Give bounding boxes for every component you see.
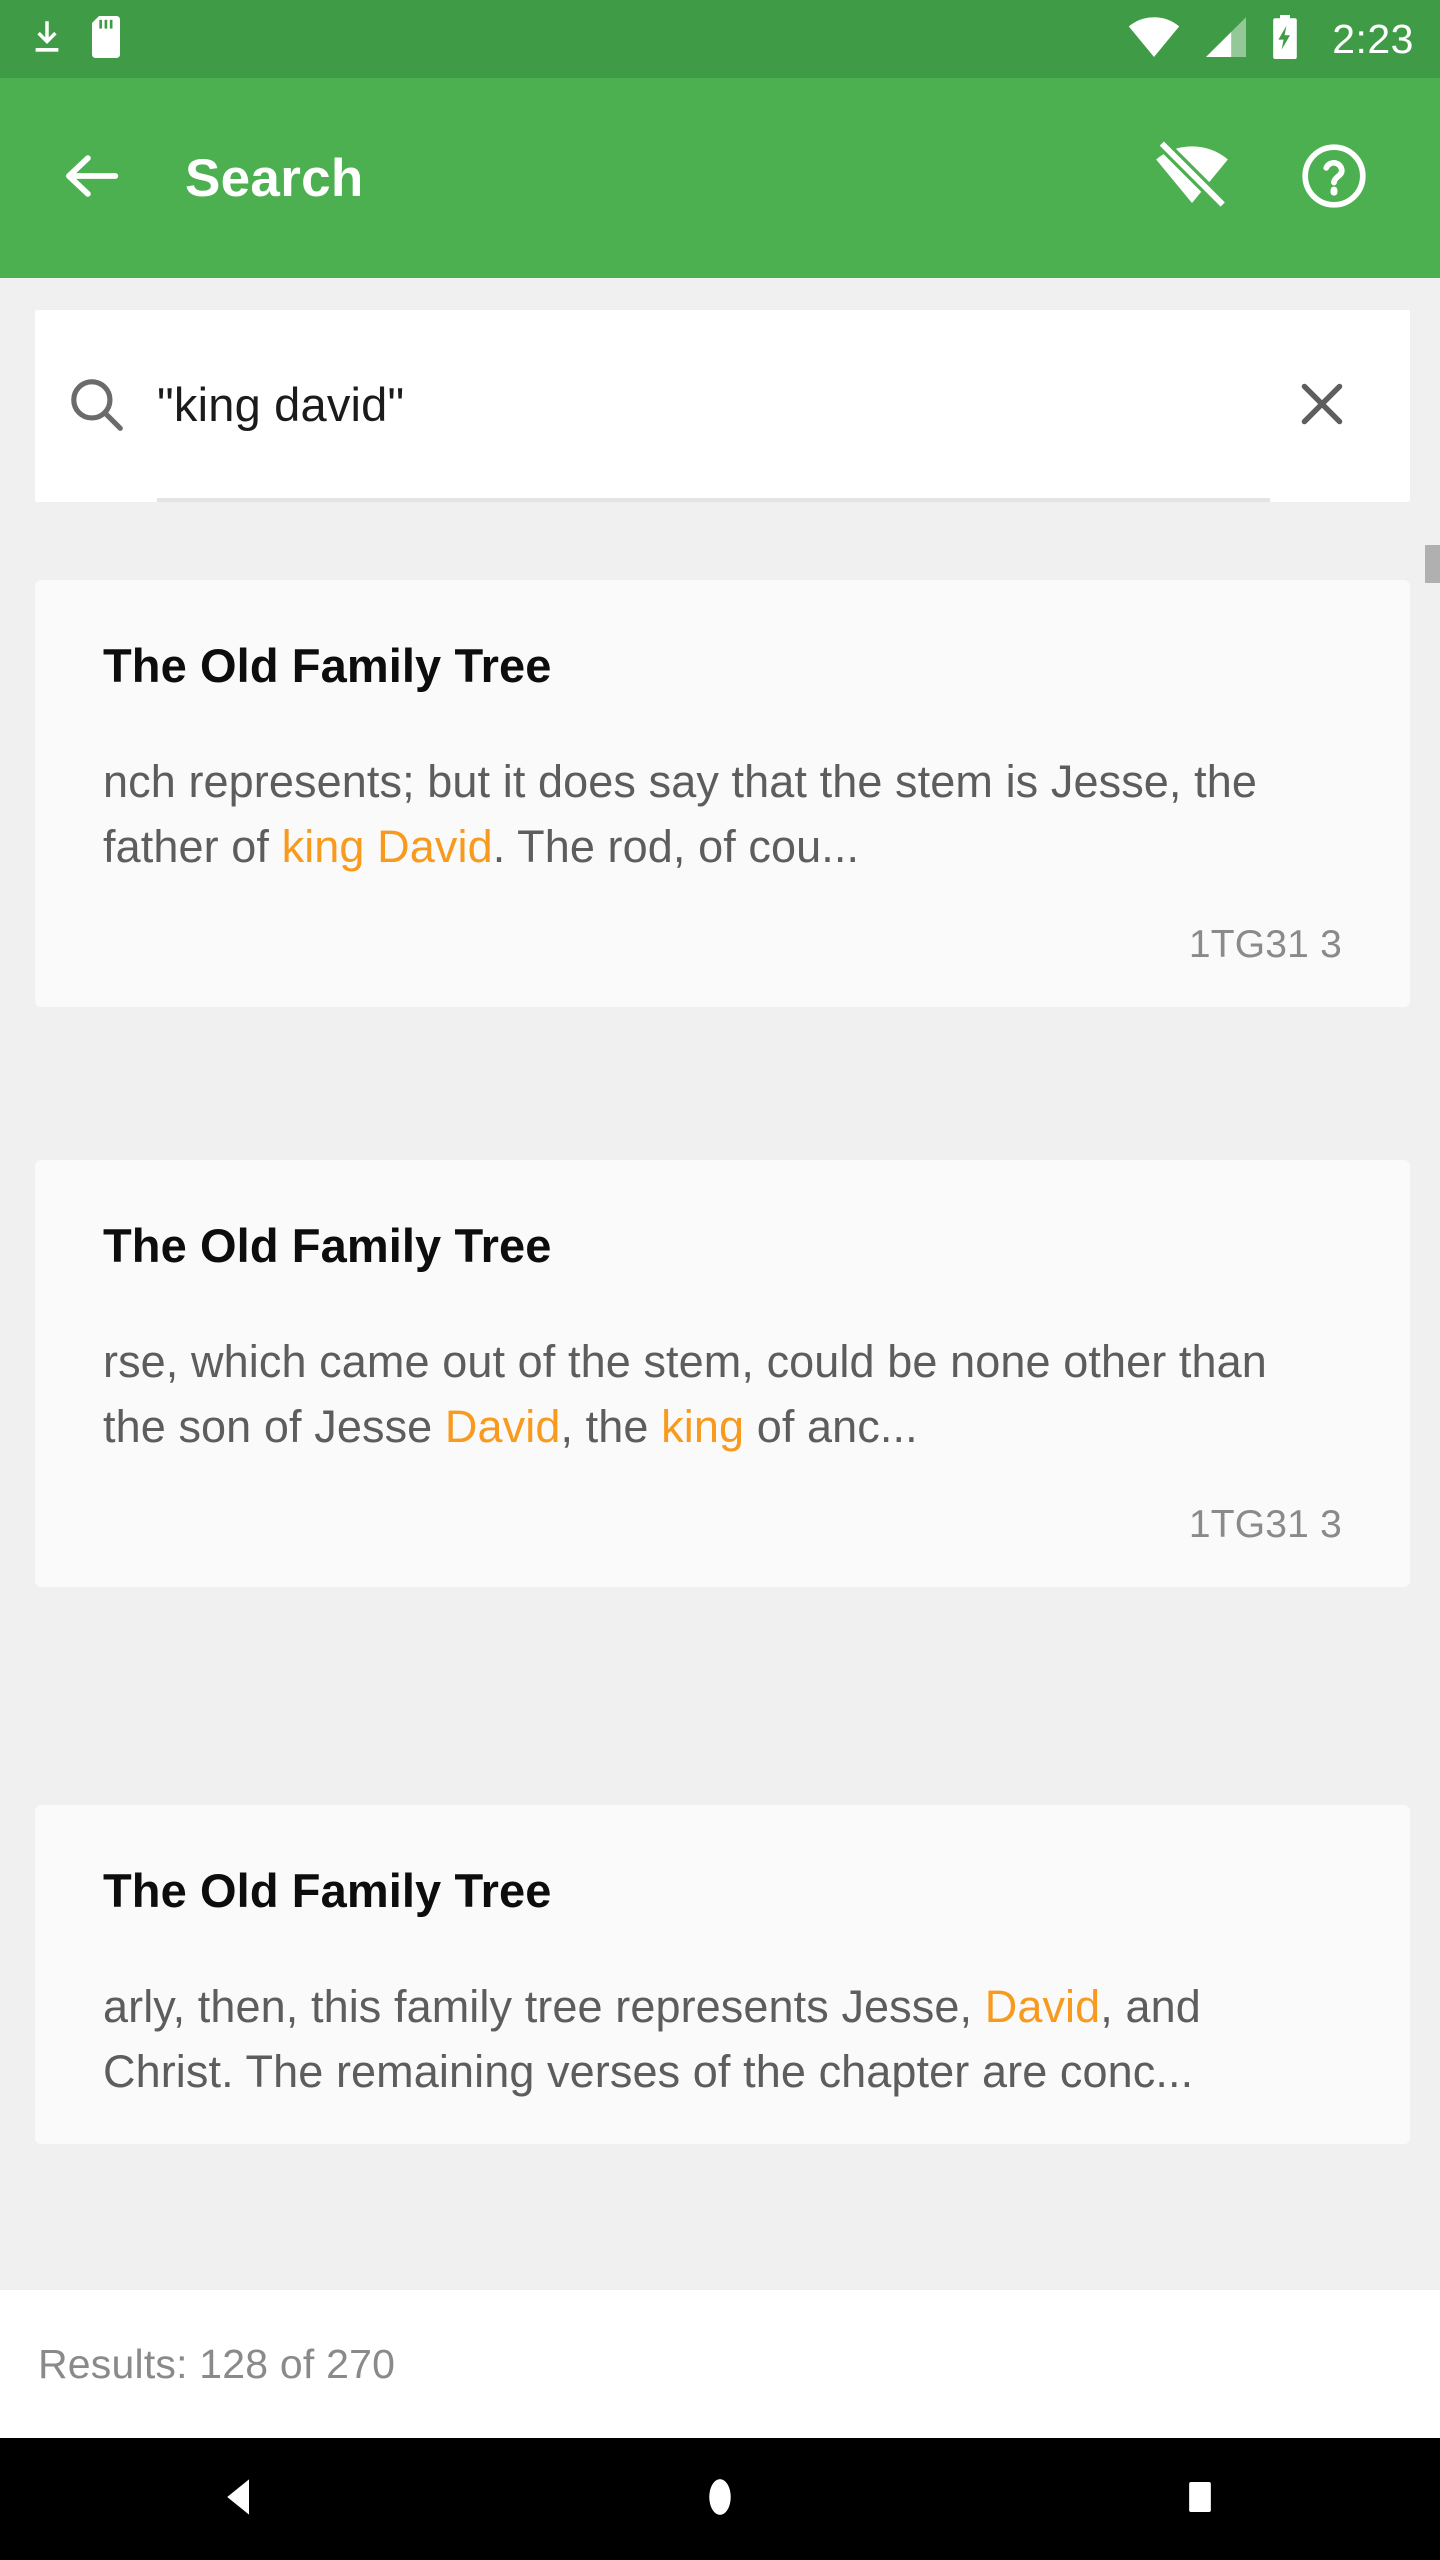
snippet-highlight: David [444,1401,561,1452]
search-icon [65,373,127,440]
snippet-text: . The rod, of cou... [492,821,860,872]
nav-back-button[interactable] [160,2438,320,2560]
results-count: Results: 128 of 270 [38,2340,396,2387]
wifi-icon [1128,16,1180,63]
app-bar-actions [1154,138,1400,218]
page-title: Search [185,148,364,208]
back-button[interactable] [55,141,129,215]
android-navigation-bar [0,2438,1440,2560]
result-card-1[interactable]: The Old Family Tree nch represents; but … [35,580,1410,1007]
result-card-3[interactable]: The Old Family Tree arly, then, this fam… [35,1805,1410,2144]
result-title: The Old Family Tree [103,1219,552,1272]
status-bar-clock: 2:23 [1332,15,1414,62]
help-button[interactable] [1296,140,1372,216]
nav-home-button[interactable] [640,2438,800,2560]
triangle-back-icon [216,2473,264,2526]
search-input[interactable]: "king david" [157,310,1270,502]
result-title: The Old Family Tree [103,639,552,692]
snippet-highlight: king David [281,821,493,872]
cellular-signal-icon [1202,16,1248,63]
result-snippet: nch represents; but it does say that the… [103,749,1342,879]
snippet-highlight: king [661,1401,745,1452]
wifi-off-button[interactable] [1154,138,1230,218]
result-reference: 1TG31 3 [1188,1503,1342,1546]
battery-charging-icon [1270,14,1300,64]
result-reference: 1TG31 3 [1188,923,1342,966]
result-snippet: arly, then, this family tree represents … [103,1974,1342,2104]
search-bar-row: "king david" [35,310,1410,502]
status-bar-right-icons: 2:23 [1128,14,1414,64]
clear-search-button[interactable] [1270,354,1374,458]
snippet-text: , the [560,1401,662,1452]
download-icon [26,16,68,63]
app-root: 2:23 Search "king david" The Old Family … [0,0,1440,2560]
results-footer: Results: 128 of 270 [0,2290,1440,2438]
status-bar-left-icons [26,15,122,63]
search-icon-button[interactable] [35,373,157,440]
help-icon [1298,140,1370,217]
search-input-value: "king david" [157,377,405,431]
scrollbar-thumb[interactable] [1425,545,1440,583]
snippet-text: of anc... [744,1401,918,1452]
result-snippet: rse, which came out of the stem, could b… [103,1329,1342,1459]
app-bar: Search [0,78,1440,278]
sd-card-icon [90,15,122,63]
wifi-off-icon [1155,138,1229,218]
circle-home-icon [697,2474,743,2525]
snippet-text: arly, then, this family tree represents … [103,1981,985,2032]
close-icon [1291,373,1353,440]
result-title: The Old Family Tree [103,1864,552,1917]
back-arrow-icon [59,143,125,214]
search-results-list: The Old Family Tree nch represents; but … [0,580,1440,2290]
status-bar: 2:23 [0,0,1440,78]
result-card-2[interactable]: The Old Family Tree rse, which came out … [35,1160,1410,1587]
nav-recents-button[interactable] [1120,2438,1280,2560]
search-bar[interactable]: "king david" [35,310,1410,502]
square-recents-icon [1179,2476,1221,2523]
snippet-highlight: David [984,1981,1101,2032]
